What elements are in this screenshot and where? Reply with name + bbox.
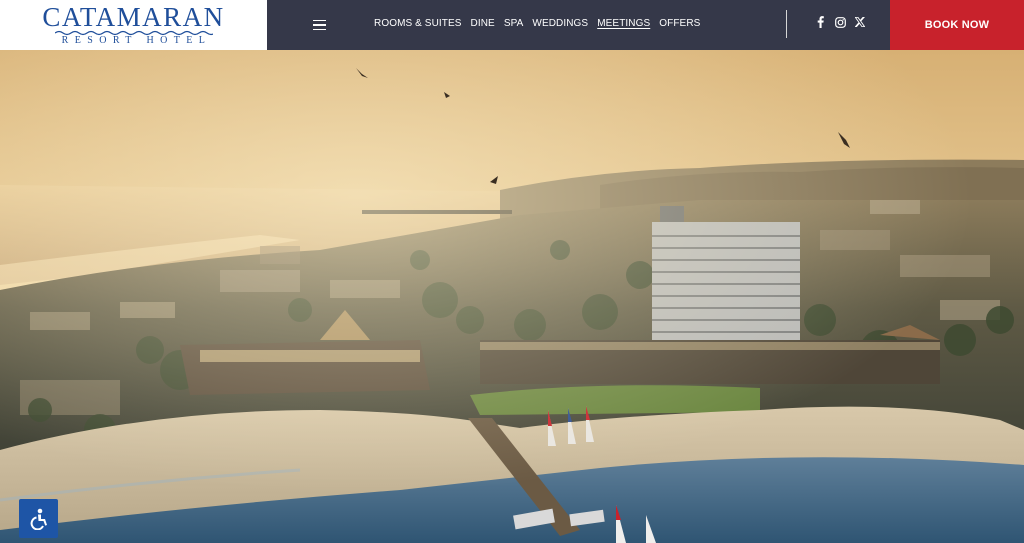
nav-weddings[interactable]: WEDDINGS	[532, 18, 588, 29]
instagram-icon[interactable]	[834, 15, 846, 29]
header-divider	[786, 10, 787, 38]
logo[interactable]: CATAMARAN RESORT HOTEL	[0, 0, 267, 50]
nav-rooms-suites[interactable]: ROOMS & SUITES	[374, 18, 462, 29]
x-twitter-icon[interactable]	[854, 15, 866, 29]
site-header: CATAMARAN RESORT HOTEL ROOMS & SUITES DI…	[0, 0, 1024, 50]
hamburger-menu-icon[interactable]	[306, 14, 332, 36]
logo-tagline: RESORT HOTEL	[61, 34, 212, 46]
hero-image	[0, 50, 1024, 543]
main-nav: ROOMS & SUITES DINE SPA WEDDINGS MEETING…	[374, 18, 700, 29]
facebook-icon[interactable]	[814, 15, 826, 29]
social-links	[814, 15, 866, 29]
nav-offers[interactable]: OFFERS	[659, 18, 700, 29]
book-now-button[interactable]: BOOK NOW	[890, 0, 1024, 50]
nav-spa[interactable]: SPA	[504, 18, 524, 29]
nav-dine[interactable]: DINE	[471, 18, 495, 29]
aerial-resort-photo	[0, 50, 1024, 543]
logo-wordmark: CATAMARAN	[42, 1, 225, 32]
accessibility-icon[interactable]	[19, 499, 58, 538]
nav-meetings[interactable]: MEETINGS	[597, 18, 650, 29]
